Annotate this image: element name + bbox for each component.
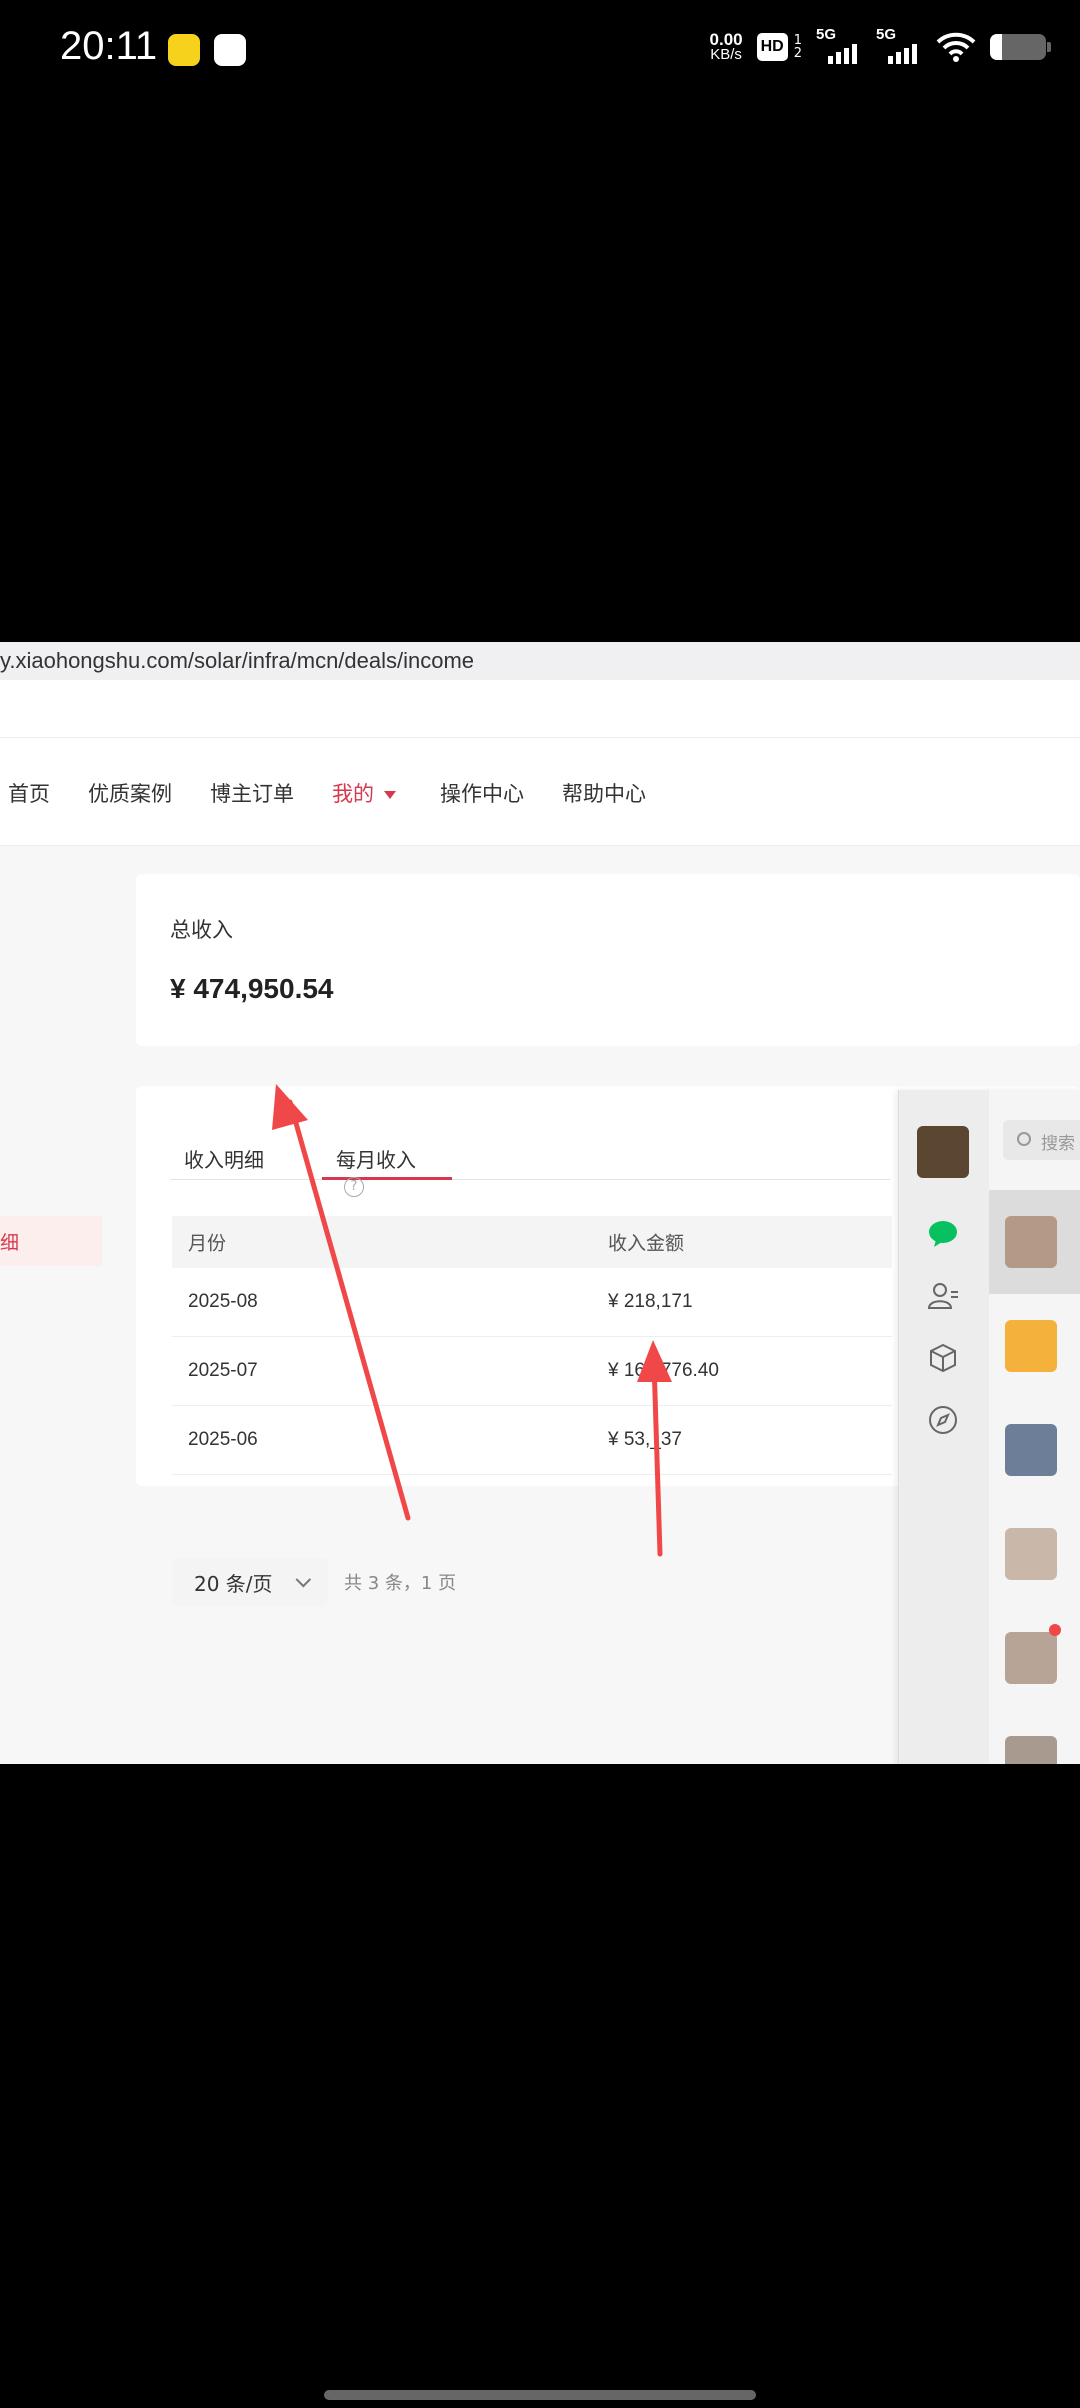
avatar: [1005, 1216, 1057, 1268]
contacts-icon[interactable]: [927, 1280, 959, 1312]
user-avatar[interactable]: [917, 1126, 969, 1178]
chat-list-item[interactable]: [989, 1606, 1080, 1710]
message-notification-icon: [214, 34, 246, 66]
status-indicators: 0.00 KB/s HD 1 2 5G 5G: [709, 26, 1051, 64]
nav-mine-label: 我的: [332, 782, 374, 806]
tab-monthly-income-label: 每月收入: [336, 1148, 416, 1172]
row-amount: ¥ 218,171: [608, 1291, 693, 1312]
tab-monthly-income[interactable]: 每月收入?: [322, 1144, 452, 1197]
chat-search-input[interactable]: 搜索: [1003, 1120, 1080, 1160]
browser-toolbar: [0, 680, 1080, 738]
home-indicator[interactable]: [324, 2390, 756, 2400]
top-navigation: 首页 优质案例 博主订单 我的 操作中心 帮助中心: [0, 738, 1080, 846]
table-row: 2025-07 ¥ 16_,776.40: [172, 1337, 892, 1406]
app-notification-icon: [168, 34, 200, 66]
total-income-amount: ¥ 474,950.54: [170, 973, 334, 1004]
avatar: [1005, 1528, 1057, 1580]
battery-icon: [990, 34, 1051, 60]
row-amount: ¥ 16_,776.40: [608, 1360, 719, 1381]
network-speed: 0.00 KB/s: [709, 30, 743, 63]
unread-dot: [1049, 1624, 1061, 1636]
hd-icon: HD: [756, 33, 788, 61]
monthly-income-table: 月份 收入金额 2025-08 ¥ 218,171 2025-07 ¥ 16_,…: [172, 1216, 892, 1475]
signal-1-label: 5G: [816, 26, 837, 43]
chat-list: 搜索: [989, 1090, 1080, 1764]
row-month: 2025-07: [188, 1360, 258, 1381]
nav-mine[interactable]: 我的: [332, 778, 396, 808]
page-size-select[interactable]: 20 条/页: [172, 1558, 328, 1606]
chat-list-item[interactable]: [989, 1710, 1080, 1764]
table-row: 2025-06 ¥ 53,_37: [172, 1406, 892, 1475]
caret-down-icon: [384, 791, 396, 799]
compass-icon[interactable]: [927, 1404, 959, 1436]
box-icon[interactable]: [927, 1342, 959, 1374]
total-income-card: 总收入 ¥ 474,950.54: [136, 874, 1080, 1046]
chat-sidebar-rail: [899, 1090, 989, 1764]
pagination: 20 条/页 共 3 条，1 页: [172, 1558, 456, 1606]
nav-operations-center[interactable]: 操作中心: [440, 778, 524, 808]
chat-list-item[interactable]: [989, 1190, 1080, 1294]
network-speed-value: 0.00: [709, 30, 743, 49]
table-header: 月份 收入金额: [172, 1216, 892, 1268]
chevron-down-icon: [295, 1571, 311, 1587]
chat-window: 搜索: [898, 1090, 1080, 1764]
chat-list-item[interactable]: [989, 1294, 1080, 1398]
avatar: [1005, 1320, 1057, 1372]
hd-sim-indicator: 1 2: [794, 34, 802, 60]
nav-blogger-orders[interactable]: 博主订单: [210, 778, 294, 808]
nav-cases[interactable]: 优质案例: [88, 778, 172, 808]
status-time: 20:11: [60, 24, 158, 68]
address-bar[interactable]: y.xiaohongshu.com/solar/infra/mcn/deals/…: [0, 642, 1080, 680]
page-size-label: 20 条/页: [194, 1571, 273, 1596]
pagination-summary: 共 3 条，1 页: [344, 1573, 457, 1594]
chat-list-item[interactable]: [989, 1398, 1080, 1502]
avatar: [1005, 1424, 1057, 1476]
row-month: 2025-06: [188, 1429, 258, 1450]
nav-help-center[interactable]: 帮助中心: [562, 778, 646, 808]
sidebar-item-income[interactable]: 细: [0, 1216, 102, 1266]
browser-screen: y.xiaohongshu.com/solar/infra/mcn/deals/…: [0, 642, 1080, 1764]
total-income-label: 总收入: [170, 918, 233, 942]
column-header-month: 月份: [188, 1232, 227, 1255]
wifi-icon: [936, 32, 976, 62]
income-tabs: 收入明细 每月收入?: [170, 1132, 890, 1197]
hd-sim-bottom: 2: [793, 46, 802, 61]
chat-search-placeholder: 搜索: [1041, 1134, 1075, 1154]
tab-income-detail[interactable]: 收入明细: [184, 1144, 264, 1173]
help-icon[interactable]: ?: [344, 1176, 364, 1197]
signal-icon-1: 5G: [816, 26, 862, 64]
search-icon: [1017, 1132, 1031, 1146]
chat-list-item[interactable]: [989, 1502, 1080, 1606]
avatar: [1005, 1736, 1057, 1764]
signal-icon-2: 5G: [876, 26, 922, 64]
row-month: 2025-08: [188, 1291, 258, 1312]
nav-home[interactable]: 首页: [8, 778, 50, 808]
avatar: [1005, 1632, 1057, 1684]
column-header-amount: 收入金额: [608, 1232, 685, 1255]
status-bar: 20:11 0.00 KB/s HD 1 2 5G 5G: [0, 0, 1080, 100]
network-speed-unit: KB/s: [710, 46, 742, 63]
signal-2-label: 5G: [876, 26, 897, 43]
row-amount: ¥ 53,_37: [608, 1429, 682, 1450]
chat-icon[interactable]: [927, 1218, 959, 1250]
table-row: 2025-08 ¥ 218,171: [172, 1268, 892, 1337]
